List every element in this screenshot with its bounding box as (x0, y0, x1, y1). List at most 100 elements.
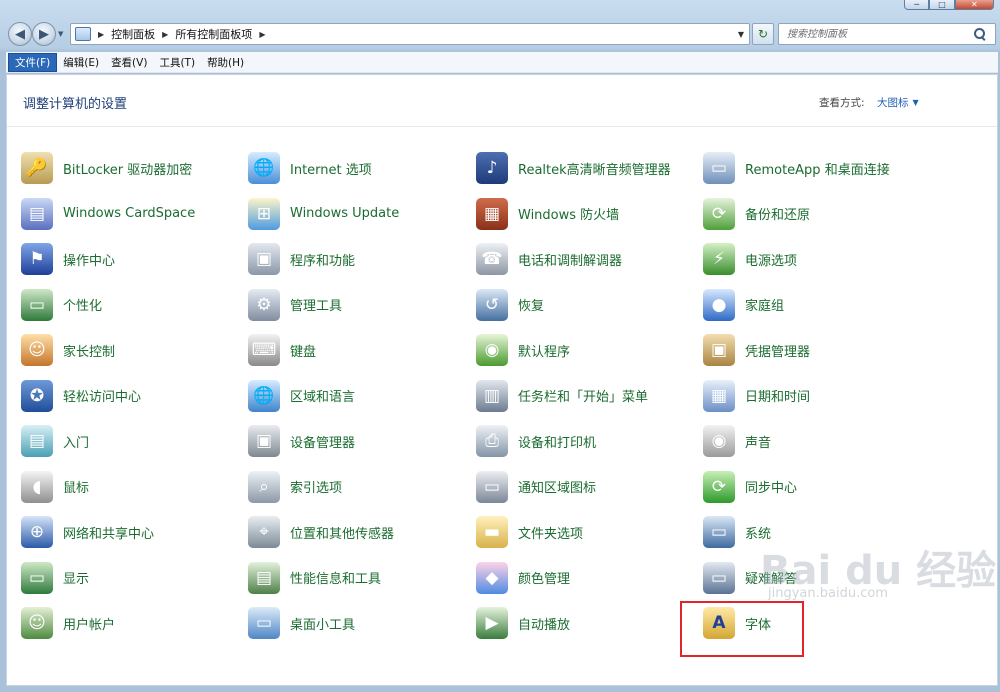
control-panel-item-label: 疑难解答 (745, 572, 798, 587)
control-panel-item-label: 用户帐户 (63, 617, 116, 633)
address-dropdown-icon[interactable]: ▼ (733, 30, 749, 39)
control-panel-item[interactable]: ▤ 入门 (21, 425, 248, 457)
breadcrumb-control-panel[interactable]: 控制面板 (111, 26, 155, 42)
refresh-button[interactable]: ↻ (752, 23, 774, 45)
control-panel-item[interactable]: ◆ 颜色管理 (476, 561, 703, 594)
view-by-dropdown[interactable]: 大图标 ▼ (877, 95, 919, 110)
control-panel-item[interactable]: ▭ RemoteApp 和桌面连接 (703, 152, 943, 184)
search-icon[interactable] (973, 27, 987, 41)
control-panel-item[interactable]: ▭ 疑难解答 (703, 561, 943, 594)
control-panel-item[interactable]: ⚙ 管理工具 (248, 288, 476, 321)
window-frame: ─ □ ✕ ◀ ▶ ▼ ▶ 控制面板 ▶ 所有控制面板项 ▶ ▼ ↻ 文件(F)… (0, 0, 1000, 692)
folder-options-icon: ▬ (476, 516, 508, 548)
control-panel-item[interactable]: ▦ 日期和时间 (703, 379, 943, 412)
control-panel-item[interactable]: ▭ 个性化 (21, 288, 248, 321)
back-button[interactable]: ◀ (8, 22, 32, 46)
control-panel-item[interactable]: ♪ Realtek高清晰音频管理器 (476, 152, 703, 184)
breadcrumb-all-items[interactable]: 所有控制面板项 (175, 26, 252, 42)
control-panel-item-label: 显示 (63, 572, 90, 587)
control-panel-item-label: 家庭组 (745, 299, 785, 314)
control-panel-item[interactable]: ⌕ 索引选项 (248, 470, 476, 503)
user-accounts-icon: ☺ (21, 607, 53, 639)
control-panel-item[interactable]: ▬ 文件夹选项 (476, 516, 703, 548)
control-panel-item[interactable]: ▭ 显示 (21, 561, 248, 594)
control-panel-item[interactable]: 🔑 BitLocker 驱动器加密 (21, 152, 248, 184)
mouse-icon: ◖ (21, 470, 53, 503)
control-panel-item-label: 鼠标 (63, 481, 90, 496)
control-panel-item[interactable]: ◖ 鼠标 (21, 470, 248, 503)
realtek-audio-icon: ♪ (476, 152, 508, 184)
control-panel-item[interactable]: ⎙ 设备和打印机 (476, 425, 703, 457)
sound-speaker-icon: ◉ (703, 425, 735, 457)
close-button[interactable]: ✕ (954, 0, 994, 10)
control-panel-item[interactable]: ⟳ 同步中心 (703, 470, 943, 503)
control-panel-item[interactable]: ⌨ 键盘 (248, 334, 476, 366)
control-panel-item[interactable]: ⟳ 备份和还原 (703, 197, 943, 230)
breadcrumb-separator-icon[interactable]: ▶ (162, 30, 168, 39)
control-panel-item-label: 管理工具 (290, 299, 343, 314)
control-panel-item[interactable]: ⚡ 电源选项 (703, 243, 943, 275)
control-panel-item-label: RemoteApp 和桌面连接 (745, 162, 890, 178)
minimize-button[interactable]: ─ (904, 0, 930, 10)
menu-edit[interactable]: 编辑(E) (57, 53, 105, 72)
control-panel-item[interactable]: ● 家庭组 (703, 288, 943, 321)
control-panel-item[interactable]: ▶ 自动播放 (476, 607, 703, 639)
control-panel-item[interactable]: ▥ 任务栏和「开始」菜单 (476, 379, 703, 412)
maximize-button[interactable]: □ (929, 0, 955, 10)
control-panel-item[interactable]: ⊞ Windows Update (248, 197, 476, 230)
control-panel-item[interactable]: ▭ 通知区域图标 (476, 470, 703, 503)
menu-tools[interactable]: 工具(T) (153, 53, 201, 72)
control-panel-item-label: BitLocker 驱动器加密 (63, 162, 193, 178)
page-title: 调整计算机的设置 (23, 97, 128, 112)
control-panel-item[interactable]: ▤ 性能信息和工具 (248, 561, 476, 594)
control-panel-item[interactable]: ⌖ 位置和其他传感器 (248, 516, 476, 548)
control-panel-item[interactable]: ▣ 程序和功能 (248, 243, 476, 275)
control-panel-item[interactable]: ▭ 桌面小工具 (248, 607, 476, 639)
search-box[interactable] (778, 23, 996, 45)
phone-modem-icon: ☎ (476, 243, 508, 275)
control-panel-item-label: 程序和功能 (290, 253, 356, 269)
highlight-annotation-box (680, 601, 804, 657)
forward-button[interactable]: ▶ (32, 22, 56, 46)
bitlocker-key-icon: 🔑 (21, 152, 53, 184)
control-panel-item[interactable]: ▤ Windows CardSpace (21, 197, 248, 230)
control-panel-item[interactable]: ☺ 家长控制 (21, 334, 248, 366)
control-panel-item[interactable]: ◉ 声音 (703, 425, 943, 457)
control-panel-item-label: 默认程序 (518, 344, 571, 360)
control-panel-item[interactable]: ☺ 用户帐户 (21, 607, 248, 639)
performance-tools-icon: ▤ (248, 561, 280, 594)
control-panel-item[interactable]: ▭ 系统 (703, 516, 943, 548)
control-panel-item[interactable]: ↺ 恢复 (476, 288, 703, 321)
notification-area-icon: ▭ (476, 470, 508, 503)
control-panel-item[interactable]: ☎ 电话和调制解调器 (476, 243, 703, 275)
control-panel-item[interactable]: 🌐 Internet 选项 (248, 152, 476, 184)
address-bar[interactable]: ▶ 控制面板 ▶ 所有控制面板项 ▶ ▼ (70, 23, 750, 45)
menu-view[interactable]: 查看(V) (105, 53, 153, 72)
admin-tools-gear-icon: ⚙ (248, 288, 280, 321)
personalization-monitor-icon: ▭ (21, 288, 53, 321)
control-panel-item-label: 恢复 (518, 299, 545, 314)
control-panel-item[interactable]: ▣ 设备管理器 (248, 425, 476, 457)
recent-pages-dropdown[interactable]: ▼ (58, 30, 63, 38)
programs-features-icon: ▣ (248, 243, 280, 275)
control-panel-item-label: 任务栏和「开始」菜单 (518, 390, 649, 405)
breadcrumb-separator-icon[interactable]: ▶ (98, 30, 104, 39)
search-input[interactable] (779, 25, 969, 43)
autoplay-icon: ▶ (476, 607, 508, 639)
menu-file[interactable]: 文件(F) (8, 52, 58, 72)
control-panel-item[interactable]: ✪ 轻松访问中心 (21, 379, 248, 412)
control-panel-item[interactable]: ⊕ 网络和共享中心 (21, 516, 248, 548)
breadcrumb-separator-icon[interactable]: ▶ (259, 30, 265, 39)
control-panel-item[interactable]: ⚑ 操作中心 (21, 243, 248, 275)
region-language-globe-icon: 🌐 (248, 379, 280, 412)
location-sensors-icon: ⌖ (248, 516, 280, 548)
date-time-calendar-icon: ▦ (703, 379, 735, 412)
control-panel-item[interactable]: ◉ 默认程序 (476, 334, 703, 366)
control-panel-item-label: 电源选项 (745, 253, 798, 269)
control-panel-item-label: 家长控制 (63, 344, 116, 360)
menu-help[interactable]: 帮助(H) (201, 53, 250, 72)
control-panel-item[interactable]: 🌐 区域和语言 (248, 379, 476, 412)
menu-bar: 文件(F) 编辑(E) 查看(V) 工具(T) 帮助(H) (6, 52, 998, 73)
control-panel-item[interactable]: ▦ Windows 防火墙 (476, 197, 703, 230)
control-panel-item[interactable]: ▣ 凭据管理器 (703, 334, 943, 366)
